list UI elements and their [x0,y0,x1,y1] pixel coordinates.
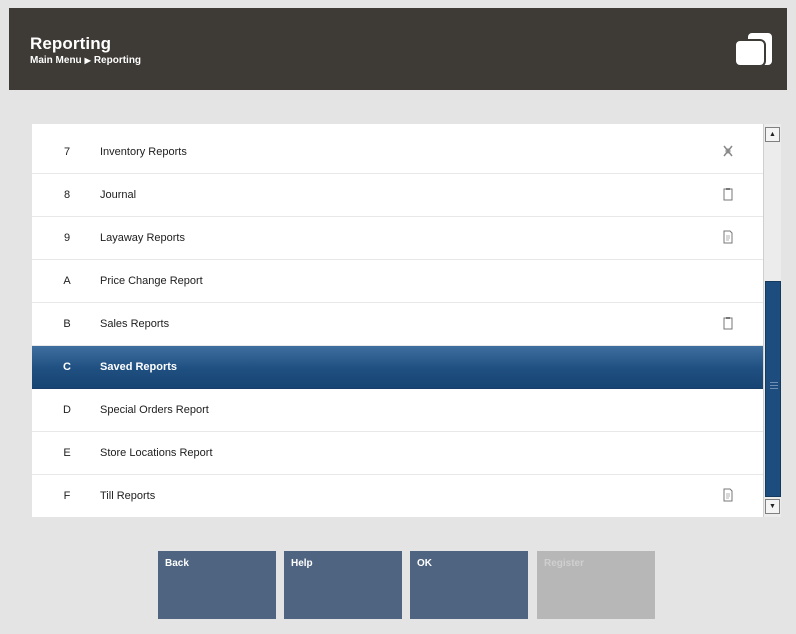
menu-item-key: C [63,361,71,373]
menu-item-key: B [63,318,71,330]
menu-item-store-locations-report[interactable]: E Store Locations Report [32,432,763,475]
menu-item-key: 7 [63,146,71,158]
menu-item-label: Store Locations Report [100,447,213,459]
menu-item-key: D [63,404,71,416]
menu-item-label: Special Orders Report [100,404,209,416]
menu-item-label: Inventory Reports [100,146,187,158]
menu-item-label: Price Change Report [100,275,203,287]
register-button: Register [537,551,655,619]
menu-item-key: 8 [63,189,71,201]
menu-item-label: Saved Reports [100,361,178,373]
scrollbar-thumb[interactable] [765,281,781,497]
menu-item-journal[interactable]: 8 Journal [32,174,763,217]
wrench-icon [723,145,733,157]
list-scrollbar[interactable]: ▲ ▼ [763,124,781,517]
menu-item-label: Sales Reports [100,318,170,330]
menu-item-key: E [63,447,71,459]
register-icon [734,31,774,67]
menu-item-key: A [63,275,71,287]
menu-item-inventory-reports[interactable]: 7 Inventory Reports [32,131,763,174]
menu-item-price-change-report[interactable]: A Price Change Report [32,260,763,303]
breadcrumb: Main Menu ▶ Reporting [30,55,141,66]
menu-item-label: Till Reports [100,490,156,502]
scroll-up-button[interactable]: ▲ [765,127,780,142]
arrow-up-icon: ▲ [769,131,776,138]
grip-icon [770,382,778,383]
clipboard-icon [723,188,733,201]
menu-item-key: F [63,490,71,502]
clipboard-icon [723,317,733,330]
report-menu-list: 7 Inventory Reports 8 Journal 9 Layaway … [32,124,763,517]
back-button[interactable]: Back [158,551,276,619]
breadcrumb-main-menu[interactable]: Main Menu [30,55,82,66]
breadcrumb-reporting: Reporting [93,55,142,66]
document-icon [723,488,733,502]
chevron-right-icon: ▶ [84,56,91,65]
menu-item-special-orders-report[interactable]: D Special Orders Report [32,389,763,432]
menu-item-label: Layaway Reports [100,232,185,244]
help-button[interactable]: Help [284,551,402,619]
menu-item-sales-reports[interactable]: B Sales Reports [32,303,763,346]
menu-item-saved-reports[interactable]: C Saved Reports [32,346,763,389]
menu-item-key: 9 [63,232,71,244]
arrow-down-icon: ▼ [769,503,776,510]
menu-item-till-reports[interactable]: F Till Reports [32,475,763,517]
menu-item-label: Journal [100,189,137,201]
scroll-down-button[interactable]: ▼ [765,499,780,514]
header-bar: Reporting Main Menu ▶ Reporting [9,8,787,90]
menu-item-layaway-reports[interactable]: 9 Layaway Reports [32,217,763,260]
page-title: Reporting [30,34,112,53]
ok-button[interactable]: OK [410,551,528,619]
document-icon [723,230,733,244]
